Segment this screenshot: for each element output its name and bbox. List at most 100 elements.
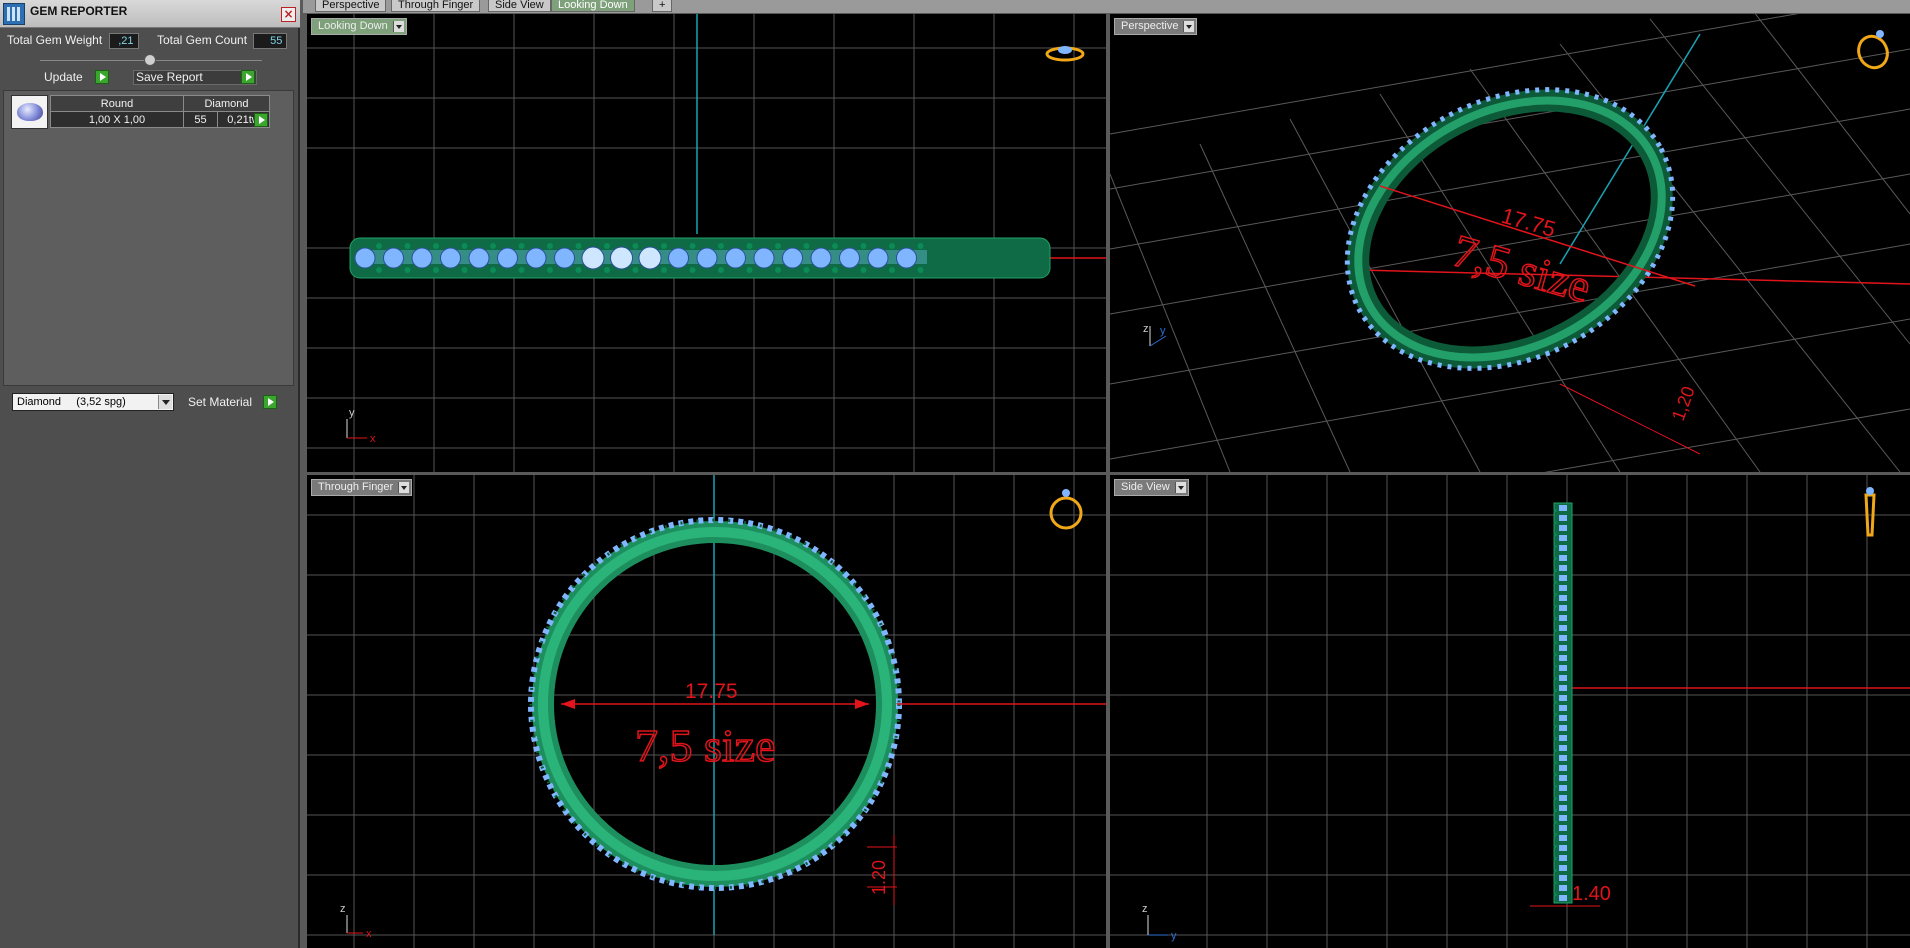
gem-material-header: Diamond [183,95,270,112]
width-dimension: 1.40 [1572,883,1611,905]
stone [638,246,662,270]
prong [547,243,553,249]
matrix-app: GEM REPORTER × Total Gem Weight ,21 Tota… [0,0,1910,948]
ring-side-profile [1553,502,1573,904]
axis-indicator [346,915,363,934]
save-report-button[interactable]: Save Report [136,69,203,86]
total-weight-value: ,21 [108,33,139,49]
prong [689,267,696,273]
viewport-label-looking-down[interactable]: Looking Down [311,18,407,35]
prong [376,243,382,249]
viewport-label-perspective[interactable]: Perspective [1114,18,1198,35]
gem-table: Round Diamond 1,00 X 1,00 55 0,21tw [50,95,270,128]
stone [354,247,376,269]
prong [661,243,667,249]
tab-side-view[interactable]: Side View [488,0,551,12]
gem-cut-header: Round [50,95,184,112]
view-ring-icon[interactable] [1854,30,1893,72]
viewport-side-view[interactable]: 1.40 z y Side View [1110,475,1910,948]
stone [411,247,433,269]
axis-indicator [346,419,367,439]
save-report-play-icon[interactable] [241,70,255,84]
viewport-perspective[interactable]: 17.75 7,5 size 1,20 z y Perspective [1110,14,1910,472]
perspective-canvas: 17.75 7,5 size 1,20 z y [1110,14,1910,472]
axis-label-h: y [1160,325,1166,337]
divider-handle[interactable] [144,54,156,66]
tab-looking-down[interactable]: Looking Down [551,0,635,12]
material-select-value: Diamond (3,52 spg) [17,396,126,408]
stone [581,246,605,270]
prong [461,267,468,273]
stone [440,247,461,269]
axis-indicator [1147,915,1168,936]
update-button[interactable]: Update [44,69,83,86]
prong [775,243,781,249]
viewport-label-side-view[interactable]: Side View [1114,479,1189,496]
prong [632,243,639,249]
gem-size-cell: 1,00 X 1,00 [50,111,184,128]
prong [547,267,553,273]
prong [518,243,525,249]
stone [810,247,832,269]
stone [839,247,860,269]
total-count-label: Total Gem Count [157,33,248,47]
prong [832,243,838,249]
prong [490,243,496,249]
prong [433,243,439,249]
stone [610,246,633,270]
prong [917,267,924,273]
prong [632,267,639,273]
height-dimension: 1.20 [869,860,889,895]
prong [889,267,895,273]
set-material-play-icon[interactable] [263,395,277,409]
stone [896,247,917,269]
close-icon[interactable]: × [281,7,296,22]
gem-row-play-icon[interactable] [254,113,268,127]
chevron-down-icon[interactable] [158,395,172,409]
panel-titlebar: GEM REPORTER × [0,0,300,28]
viewport-through-finger[interactable]: 17.75 7,5 size 1.20 z x Through Finger [307,475,1106,948]
looking-down-canvas: y x [307,14,1106,472]
prong [860,243,867,249]
prong [718,267,724,273]
stone [383,247,404,269]
view-ring-icon[interactable] [1049,489,1083,530]
set-material-button[interactable]: Set Material [188,395,252,409]
prong [746,243,753,249]
stone [753,247,775,269]
report-buttons: Update Save Report [0,69,300,86]
ring-size-text: 7,5 size [635,720,776,771]
prong [889,243,895,249]
axis-label-v: y [349,407,355,419]
gem-thumbnail[interactable] [11,95,48,129]
stone [468,247,490,269]
viewport-label-through-finger[interactable]: Through Finger [311,479,413,496]
stone [725,247,746,269]
viewport-looking-down[interactable]: y x Looking Down [307,14,1106,472]
prong [461,243,468,249]
view-ring-icon[interactable] [1864,487,1876,537]
total-count-value: 55 [253,33,288,49]
tab-perspective[interactable]: Perspective [315,0,387,12]
update-play-icon[interactable] [95,70,109,84]
prong [433,267,439,273]
gem-count-cell: 55 [183,111,218,128]
total-weight-row: Total Gem Weight ,21 [7,33,139,51]
prong [689,243,696,249]
tab-add[interactable]: + [652,0,673,12]
axis-label-h: x [370,433,376,445]
prong [404,267,411,273]
prong [803,243,810,249]
tab-through-finger[interactable]: Through Finger [391,0,481,12]
grid [1110,475,1910,948]
prong [575,267,582,273]
axis-label-h: y [1171,930,1177,942]
prong [917,243,924,249]
stone [867,247,889,269]
material-select[interactable]: Diamond (3,52 spg) [12,393,174,411]
axis-label-v: z [1142,903,1148,915]
total-count-row: Total Gem Count 55 [157,33,288,51]
table-row[interactable]: 1,00 X 1,00 55 0,21tw [50,111,270,128]
prong [404,243,411,249]
stone [497,247,518,269]
